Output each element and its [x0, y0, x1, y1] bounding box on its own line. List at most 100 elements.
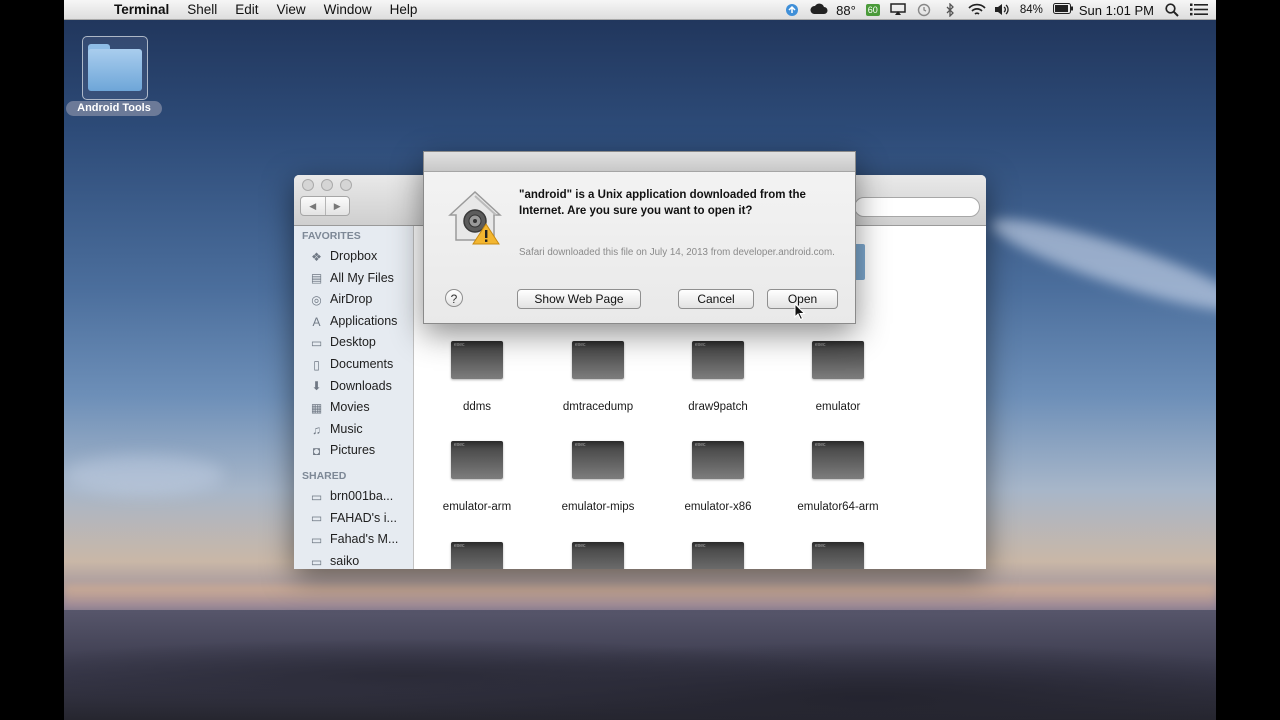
temperature-readout[interactable]: 88°: [836, 3, 856, 18]
file-name: emulator-x86: [684, 501, 752, 513]
airdrop-icon: ◎: [311, 292, 322, 307]
cancel-button[interactable]: Cancel: [678, 289, 754, 309]
temperature-badge[interactable]: 60: [865, 4, 880, 16]
menu-view[interactable]: View: [268, 0, 315, 20]
file-item[interactable]: emulator64-arm: [778, 441, 898, 513]
all-files-icon: ▤: [310, 271, 323, 286]
unix-executable-icon: [572, 441, 624, 479]
notification-center-icon[interactable]: [1190, 3, 1208, 17]
sidebar-item-label: AirDrop: [330, 292, 373, 307]
dialog-message: "android" is a Unix application download…: [519, 189, 806, 217]
spotlight-search-icon[interactable]: [1164, 3, 1180, 17]
menu-edit[interactable]: Edit: [226, 0, 267, 20]
menu-app-name[interactable]: Terminal: [112, 0, 178, 20]
documents-icon: ▯: [313, 357, 320, 372]
help-button[interactable]: ?: [445, 289, 463, 307]
sidebar-item-desktop[interactable]: ▭ Desktop: [294, 332, 413, 354]
file-item[interactable]: draw9patch: [658, 341, 778, 413]
sidebar-item-airdrop[interactable]: ◎ AirDrop: [294, 289, 413, 311]
horizon-glow: [64, 585, 1216, 609]
network-computer-icon: ▭: [310, 554, 323, 569]
sidebar-item-dropbox[interactable]: ❖ Dropbox: [294, 246, 413, 268]
unix-executable-icon: [812, 441, 864, 479]
unix-executable-icon: [692, 341, 744, 379]
menu-window[interactable]: Window: [315, 0, 381, 20]
minimize-window-button[interactable]: [321, 179, 333, 191]
volume-icon[interactable]: [994, 3, 1010, 17]
sidebar-item-shared-2[interactable]: ▭ Fahad's M...: [294, 529, 413, 551]
sidebar-item-label: Downloads: [330, 378, 392, 393]
wifi-icon[interactable]: [968, 3, 986, 17]
sidebar-item-label: Movies: [330, 400, 370, 415]
sidebar-item-shared-0[interactable]: ▭ brn001ba...: [294, 486, 413, 508]
unix-executable-icon: [692, 542, 744, 569]
back-button[interactable]: ◀: [301, 197, 326, 215]
dialog-informative-text: Safari downloaded this file on July 14, …: [519, 247, 835, 258]
sidebar-shared-header: SHARED: [302, 469, 347, 482]
desktop-folder-label[interactable]: Android Tools: [66, 101, 162, 116]
menu-help[interactable]: Help: [381, 0, 427, 20]
file-item[interactable]: [658, 542, 778, 569]
security-warning-icon: [446, 188, 504, 246]
unix-executable-icon: [451, 341, 503, 379]
music-icon: ♫: [312, 422, 321, 437]
desktop-icon: ▭: [310, 336, 323, 351]
close-window-button[interactable]: [302, 179, 314, 191]
gatekeeper-dialog: "android" is a Unix application download…: [423, 151, 856, 324]
status-area: 88° 60 84% Sun 1:01 PM: [784, 0, 1208, 20]
time-machine-icon[interactable]: [916, 3, 932, 17]
weather-cloud-icon[interactable]: [810, 3, 828, 17]
file-item[interactable]: [778, 542, 898, 569]
menu-shell[interactable]: Shell: [178, 0, 226, 20]
back-forward-buttons: ◀ ▶: [300, 196, 350, 216]
unix-executable-icon: [572, 542, 624, 569]
file-name: ddms: [462, 401, 492, 413]
unix-executable-icon: [692, 441, 744, 479]
sidebar-item-documents[interactable]: ▯ Documents: [294, 354, 413, 376]
pictures-icon: ◘: [312, 444, 321, 459]
downloads-icon: ⬇: [311, 379, 322, 394]
file-item[interactable]: emulator-mips: [538, 441, 658, 513]
network-device-icon: ▭: [310, 489, 323, 504]
unix-executable-icon: [812, 542, 864, 569]
sidebar-item-label: Desktop: [330, 335, 376, 350]
desktop-folder-icon[interactable]: [82, 36, 148, 100]
sidebar-favorites-header: FAVORITES: [302, 230, 361, 242]
sidebar-item-shared-1[interactable]: ▭ FAHAD's i...: [294, 508, 413, 530]
sidebar-item-downloads[interactable]: ⬇ Downloads: [294, 376, 413, 398]
clock[interactable]: Sun 1:01 PM: [1079, 3, 1154, 18]
file-name: emulator-mips: [561, 501, 635, 513]
sidebar-item-movies[interactable]: ▦ Movies: [294, 397, 413, 419]
cloud: [984, 204, 1216, 326]
sync-icon[interactable]: [784, 3, 800, 17]
sidebar-item-shared-3[interactable]: ▭ saiko: [294, 551, 413, 569]
sidebar-item-label: Dropbox: [330, 249, 378, 263]
finder-search-field[interactable]: [854, 197, 980, 217]
battery-icon[interactable]: [1052, 3, 1073, 17]
sidebar-item-all-my-files[interactable]: ▤ All My Files: [294, 268, 413, 290]
file-item[interactable]: ddms: [417, 341, 537, 413]
sidebar-item-music[interactable]: ♫ Music: [294, 419, 413, 441]
file-item[interactable]: [538, 542, 658, 569]
sidebar-item-pictures[interactable]: ◘ Pictures: [294, 440, 413, 462]
file-item[interactable]: emulator-arm: [417, 441, 537, 513]
file-name: dmtracedump: [562, 401, 634, 413]
file-item[interactable]: [417, 542, 537, 569]
file-item[interactable]: emulator-x86: [658, 441, 778, 513]
zoom-window-button[interactable]: [340, 179, 352, 191]
airplay-icon[interactable]: [890, 3, 906, 17]
folder-edge: [855, 244, 865, 280]
file-name: emulator: [815, 401, 861, 413]
sidebar-item-label: FAHAD's i...: [330, 510, 397, 525]
forward-button[interactable]: ▶: [326, 197, 350, 215]
file-item[interactable]: emulator: [778, 341, 898, 413]
sidebar-item-label: Applications: [330, 313, 398, 328]
folder-body: [88, 49, 142, 91]
file-item[interactable]: dmtracedump: [538, 341, 658, 413]
show-web-page-button[interactable]: Show Web Page: [517, 289, 641, 309]
bluetooth-icon[interactable]: [942, 2, 958, 18]
finder-sidebar: FAVORITES ❖ Dropbox ▤ All My Files ◎ AirDrop A…: [294, 226, 414, 569]
file-name: draw9patch: [688, 401, 748, 413]
battery-percentage[interactable]: 84%: [1020, 4, 1043, 16]
sidebar-item-applications[interactable]: A Applications: [294, 311, 413, 333]
